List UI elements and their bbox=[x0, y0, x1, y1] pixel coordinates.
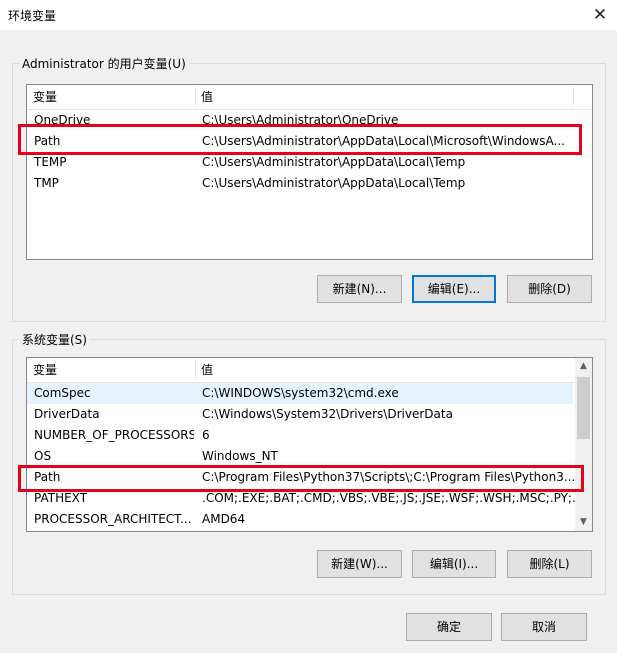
variable-value: C:\Users\Administrator\AppData\Local\Tem… bbox=[202, 176, 466, 190]
system-new-button[interactable]: 新建(W)... bbox=[317, 550, 402, 578]
scroll-up-arrow-icon[interactable]: ▲ bbox=[575, 358, 592, 375]
variable-name: Path bbox=[34, 470, 61, 484]
variable-name: NUMBER_OF_PROCESSORS bbox=[34, 428, 194, 442]
variable-name: Path bbox=[34, 134, 61, 148]
variable-value: C:\WINDOWS\system32\cmd.exe bbox=[202, 386, 399, 400]
list-item[interactable]: OneDrive C:\Users\Administrator\OneDrive bbox=[27, 110, 590, 131]
system-variables-group: 系统变量(S) 变量 值 ComSpec C:\WINDOWS\system32… bbox=[12, 331, 606, 595]
variable-value: C:\Users\Administrator\OneDrive bbox=[202, 113, 399, 127]
close-button[interactable]: ✕ bbox=[583, 0, 617, 30]
cancel-button[interactable]: 取消 bbox=[501, 613, 587, 641]
system-edit-button[interactable]: 编辑(I)... bbox=[412, 550, 496, 578]
variable-value: C:\Users\Administrator\AppData\Local\Mic… bbox=[202, 134, 565, 148]
vertical-scrollbar[interactable]: ▲ ▼ bbox=[575, 358, 592, 531]
system-variables-header: 变量 值 bbox=[27, 358, 575, 383]
scroll-thumb[interactable] bbox=[577, 377, 590, 439]
scroll-down-arrow-icon[interactable]: ▼ bbox=[575, 514, 592, 531]
title-bar: 环境变量 ✕ bbox=[0, 0, 617, 30]
column-header-value[interactable]: 值 bbox=[195, 358, 555, 382]
column-separator bbox=[573, 87, 574, 107]
variable-value: C:\Program Files\Python37\Scripts\;C:\Pr… bbox=[202, 470, 576, 484]
list-item[interactable]: NUMBER_OF_PROCESSORS 6 bbox=[27, 425, 573, 446]
user-variables-header: 变量 值 bbox=[27, 85, 592, 110]
variable-name: PROCESSOR_ARCHITECT... bbox=[34, 512, 192, 526]
variable-value: C:\Windows\System32\Drivers\DriverData bbox=[202, 407, 453, 421]
variable-value: 6 bbox=[202, 428, 210, 442]
list-item[interactable]: Path C:\Users\Administrator\AppData\Loca… bbox=[27, 131, 590, 152]
user-new-button[interactable]: 新建(N)... bbox=[317, 275, 402, 303]
list-item[interactable]: Path C:\Program Files\Python37\Scripts\;… bbox=[27, 467, 576, 488]
variable-value: AMD64 bbox=[202, 512, 246, 526]
list-item[interactable]: PROCESSOR_ARCHITECT... AMD64 bbox=[27, 509, 573, 530]
ok-button[interactable]: 确定 bbox=[406, 613, 492, 641]
list-item[interactable]: TEMP C:\Users\Administrator\AppData\Loca… bbox=[27, 152, 590, 173]
user-variables-group: Administrator 的用户变量(U) 变量 值 OneDrive C:\… bbox=[12, 55, 606, 322]
variable-value: C:\Users\Administrator\AppData\Local\Tem… bbox=[202, 155, 466, 169]
system-variables-group-label: 系统变量(S) bbox=[19, 331, 90, 348]
user-edit-button[interactable]: 编辑(E)... bbox=[412, 275, 496, 303]
close-icon: ✕ bbox=[592, 5, 608, 25]
variable-name: OneDrive bbox=[34, 113, 91, 127]
list-item[interactable]: PATHEXT .COM;.EXE;.BAT;.CMD;.VBS;.VBE;.J… bbox=[27, 488, 592, 509]
variable-value: Windows_NT bbox=[202, 449, 278, 463]
column-header-variable[interactable]: 变量 bbox=[27, 85, 195, 109]
variable-name: TMP bbox=[34, 176, 59, 190]
list-item[interactable]: DriverData C:\Windows\System32\Drivers\D… bbox=[27, 404, 573, 425]
variable-name: DriverData bbox=[34, 407, 100, 421]
variable-name: ComSpec bbox=[34, 386, 91, 400]
list-item[interactable]: TMP C:\Users\Administrator\AppData\Local… bbox=[27, 173, 590, 194]
variable-name: OS bbox=[34, 449, 52, 463]
variable-name: TEMP bbox=[34, 155, 67, 169]
user-variables-group-label: Administrator 的用户变量(U) bbox=[19, 55, 189, 72]
user-delete-button[interactable]: 删除(D) bbox=[507, 275, 592, 303]
user-variables-list[interactable]: 变量 值 OneDrive C:\Users\Administrator\One… bbox=[26, 84, 593, 260]
column-header-variable[interactable]: 变量 bbox=[27, 358, 195, 382]
variable-value: .COM;.EXE;.BAT;.CMD;.VBS;.VBE;.JS;.JSE;.… bbox=[202, 491, 593, 505]
system-variables-list[interactable]: 变量 值 ComSpec C:\WINDOWS\system32\cmd.exe… bbox=[26, 357, 593, 532]
window-title: 环境变量 bbox=[8, 9, 57, 23]
list-item[interactable]: ComSpec C:\WINDOWS\system32\cmd.exe bbox=[27, 383, 573, 404]
variable-name: PATHEXT bbox=[34, 491, 88, 505]
column-header-value[interactable]: 值 bbox=[195, 85, 573, 109]
list-item[interactable]: OS Windows_NT bbox=[27, 446, 573, 467]
system-delete-button[interactable]: 删除(L) bbox=[507, 550, 592, 578]
